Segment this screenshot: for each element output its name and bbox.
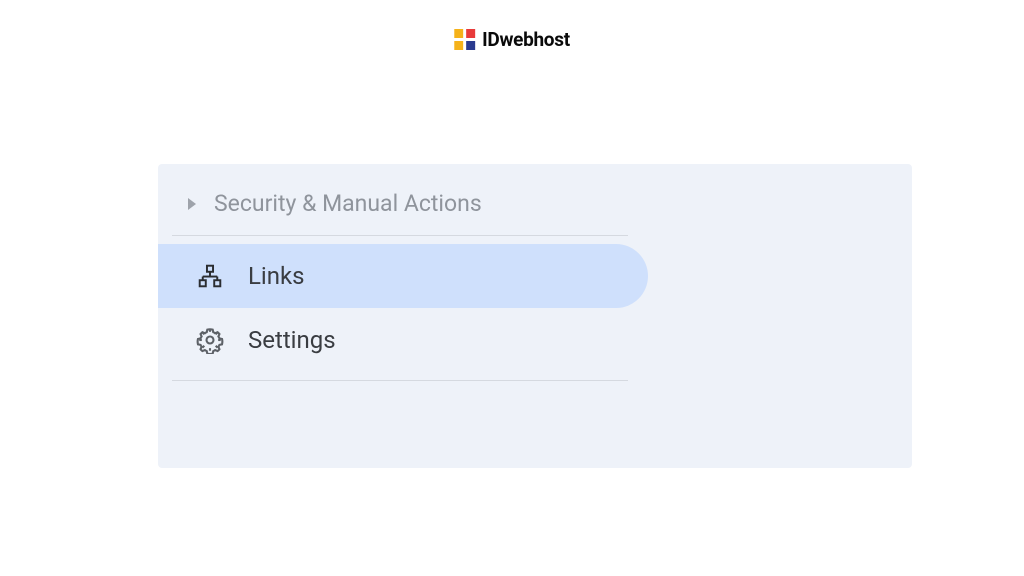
gear-icon <box>196 326 224 354</box>
divider <box>172 380 628 381</box>
sidebar-item-settings[interactable]: Settings <box>158 308 648 372</box>
links-icon <box>196 262 224 290</box>
sidebar-item-label: Settings <box>248 326 336 354</box>
caret-right-icon <box>188 198 196 210</box>
brand-logo-text: IDwebhost <box>482 28 570 51</box>
sidebar-section-title: Security & Manual Actions <box>214 190 482 217</box>
brand-logo-mark <box>454 29 476 51</box>
sidebar-panel: Security & Manual Actions Links <box>158 164 912 468</box>
sidebar-section-security[interactable]: Security & Manual Actions <box>158 190 912 217</box>
sidebar-item-label: Links <box>248 262 305 290</box>
divider <box>172 235 628 236</box>
sidebar-item-links[interactable]: Links <box>158 244 648 308</box>
brand-logo: IDwebhost <box>454 28 570 51</box>
